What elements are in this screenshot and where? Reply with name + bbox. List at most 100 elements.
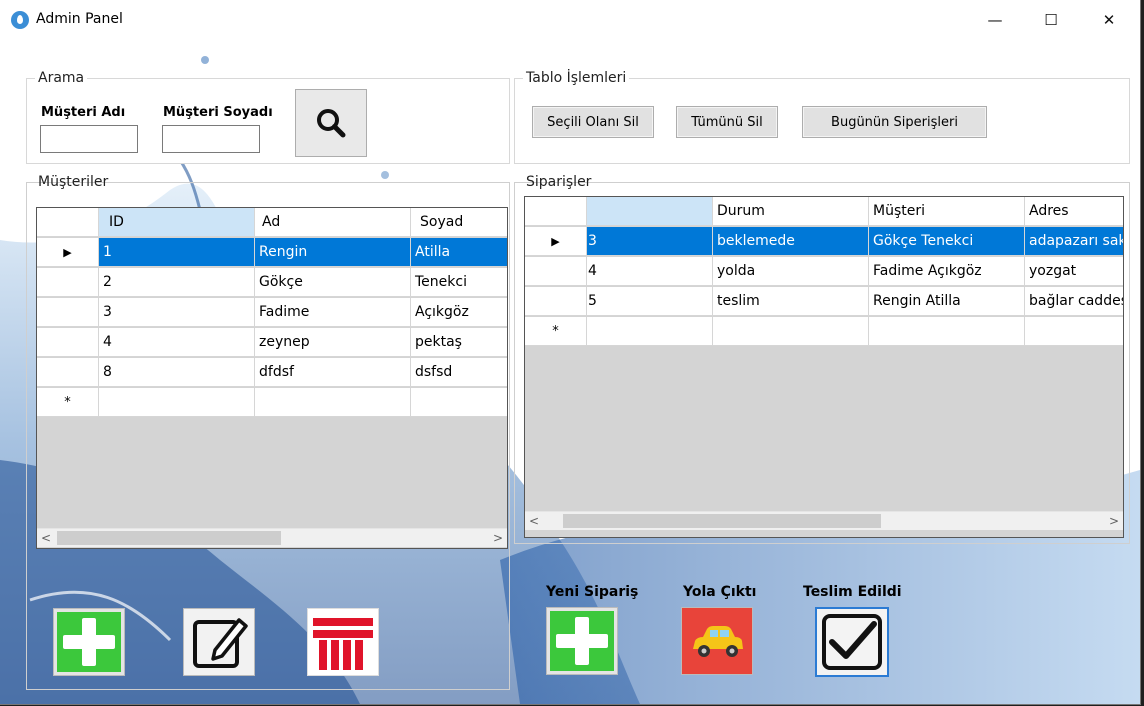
table-ops-group-title: Tablo İşlemleri: [523, 70, 630, 86]
order-musteri-cell[interactable]: Gökçe Tenekci: [869, 227, 1025, 256]
customer-id-cell[interactable]: 3: [99, 298, 255, 327]
customers-row[interactable]: 8 dfdsf dsfsd: [37, 358, 507, 388]
window-title: Admin Panel: [36, 11, 123, 27]
scroll-thumb[interactable]: [563, 514, 881, 528]
last-name-label: Müşteri Soyadı: [163, 105, 273, 120]
current-row-indicator-icon: ▶: [525, 227, 587, 256]
order-musteri-cell[interactable]: Rengin Atilla: [869, 287, 1025, 316]
order-durum-cell[interactable]: yolda: [713, 257, 869, 286]
delete-all-button[interactable]: Tümünü Sil: [676, 106, 778, 138]
column-header-ad[interactable]: Ad: [255, 208, 411, 237]
orders-row[interactable]: ▶ 3 beklemede Gökçe Tenekci adapazarı sa…: [525, 227, 1123, 257]
customers-group: Müşteriler ID Ad Soyad ▶ 1 Rengin Atilla…: [26, 174, 510, 690]
minimize-button[interactable]: —: [966, 0, 1024, 40]
customer-ad-cell[interactable]: dfdsf: [255, 358, 411, 387]
new-id-cell[interactable]: [587, 317, 713, 346]
customer-ad-cell[interactable]: Rengin: [255, 238, 411, 267]
customers-hscrollbar[interactable]: < >: [37, 528, 507, 547]
new-row-indicator-icon: *: [37, 388, 99, 417]
order-musteri-cell[interactable]: Fadime Açıkgöz: [869, 257, 1025, 286]
scroll-left-icon[interactable]: <: [525, 512, 543, 530]
new-order-button[interactable]: [546, 607, 618, 675]
row-header-corner: [525, 197, 587, 226]
checkmark-icon: [822, 614, 882, 670]
add-customer-button[interactable]: [53, 608, 125, 676]
edit-icon: [193, 618, 248, 668]
customer-soyad-cell[interactable]: Açıkgöz: [411, 298, 507, 327]
new-durum-cell[interactable]: [713, 317, 869, 346]
customer-id-cell[interactable]: 8: [99, 358, 255, 387]
last-name-input[interactable]: [162, 125, 260, 153]
on-the-way-label: Yola Çıktı: [683, 584, 757, 600]
customers-new-row[interactable]: *: [37, 388, 507, 418]
maximize-button[interactable]: ☐: [1022, 0, 1080, 40]
row-header: [37, 298, 99, 327]
scroll-right-icon[interactable]: >: [1105, 512, 1123, 530]
order-id-cell[interactable]: 3: [587, 227, 713, 256]
new-adres-cell[interactable]: [1025, 317, 1123, 346]
scroll-right-icon[interactable]: >: [489, 529, 507, 547]
row-header: [37, 268, 99, 297]
customers-group-title: Müşteriler: [38, 174, 109, 190]
customers-row[interactable]: 3 Fadime Açıkgöz: [37, 298, 507, 328]
orders-grid[interactable]: Durum Müşteri Adres ▶ 3 beklemede Gökçe …: [524, 196, 1124, 538]
order-adres-cell[interactable]: bağlar caddesi: [1025, 287, 1123, 316]
first-name-input[interactable]: [40, 125, 138, 153]
customer-id-cell[interactable]: 2: [99, 268, 255, 297]
new-id-cell[interactable]: [99, 388, 255, 417]
delete-selected-button[interactable]: Seçili Olanı Sil: [532, 106, 654, 138]
column-header-musteri[interactable]: Müşteri: [869, 197, 1025, 226]
scroll-left-icon[interactable]: <: [37, 529, 55, 547]
order-adres-cell[interactable]: yozgat: [1025, 257, 1123, 286]
customers-row[interactable]: 4 zeynep pektaş: [37, 328, 507, 358]
customer-soyad-cell[interactable]: Atilla: [411, 238, 507, 267]
customer-ad-cell[interactable]: Fadime: [255, 298, 411, 327]
new-row-indicator-icon: *: [525, 317, 587, 346]
new-musteri-cell[interactable]: [869, 317, 1025, 346]
new-soyad-cell[interactable]: [411, 388, 507, 417]
delivered-button[interactable]: [815, 607, 889, 677]
orders-row[interactable]: 4 yolda Fadime Açıkgöz yozgat: [525, 257, 1123, 287]
column-header-soyad[interactable]: Soyad: [411, 208, 507, 237]
customers-grid[interactable]: ID Ad Soyad ▶ 1 Rengin Atilla 2 Gökçe Te…: [36, 207, 508, 549]
row-header: [525, 257, 587, 286]
column-header-id[interactable]: ID: [99, 208, 255, 237]
column-header-durum[interactable]: Durum: [713, 197, 869, 226]
customer-soyad-cell[interactable]: pektaş: [411, 328, 507, 357]
customer-ad-cell[interactable]: Gökçe: [255, 268, 411, 297]
order-id-cell[interactable]: 5: [587, 287, 713, 316]
orders-hscrollbar[interactable]: < >: [525, 511, 1123, 530]
add-icon: [550, 611, 614, 671]
search-group: Arama Müşteri Adı Müşteri Soyadı: [26, 70, 510, 164]
orders-new-row[interactable]: *: [525, 317, 1123, 347]
order-adres-cell[interactable]: adapazarı sakarya: [1025, 227, 1123, 256]
todays-orders-button[interactable]: Bugünün Siperişleri: [802, 106, 987, 138]
order-id-cell[interactable]: 4: [587, 257, 713, 286]
search-button[interactable]: [295, 89, 367, 157]
order-durum-cell[interactable]: beklemede: [713, 227, 869, 256]
on-the-way-button[interactable]: [681, 607, 753, 675]
first-name-label: Müşteri Adı: [41, 105, 126, 120]
delete-customer-button[interactable]: [307, 608, 379, 676]
customer-soyad-cell[interactable]: Tenekci: [411, 268, 507, 297]
search-group-title: Arama: [35, 70, 88, 86]
order-durum-cell[interactable]: teslim: [713, 287, 869, 316]
admin-panel-window: Admin Panel — ☐ ✕ Arama Müşteri Adı Müşt…: [0, 0, 1141, 705]
orders-row[interactable]: 5 teslim Rengin Atilla bağlar caddesi: [525, 287, 1123, 317]
edit-customer-button[interactable]: [183, 608, 255, 676]
customers-header-row: ID Ad Soyad: [37, 208, 507, 238]
customer-id-cell[interactable]: 4: [99, 328, 255, 357]
car-icon: [685, 611, 749, 671]
customer-soyad-cell[interactable]: dsfsd: [411, 358, 507, 387]
column-header-id[interactable]: [587, 197, 713, 226]
customer-ad-cell[interactable]: zeynep: [255, 328, 411, 357]
new-order-label: Yeni Sipariş: [546, 584, 639, 600]
new-ad-cell[interactable]: [255, 388, 411, 417]
column-header-adres[interactable]: Adres: [1025, 197, 1123, 226]
row-header: [525, 287, 587, 316]
close-button[interactable]: ✕: [1080, 0, 1138, 40]
customer-id-cell[interactable]: 1: [99, 238, 255, 267]
customers-row[interactable]: 2 Gökçe Tenekci: [37, 268, 507, 298]
customers-row[interactable]: ▶ 1 Rengin Atilla: [37, 238, 507, 268]
scroll-thumb[interactable]: [57, 531, 281, 545]
